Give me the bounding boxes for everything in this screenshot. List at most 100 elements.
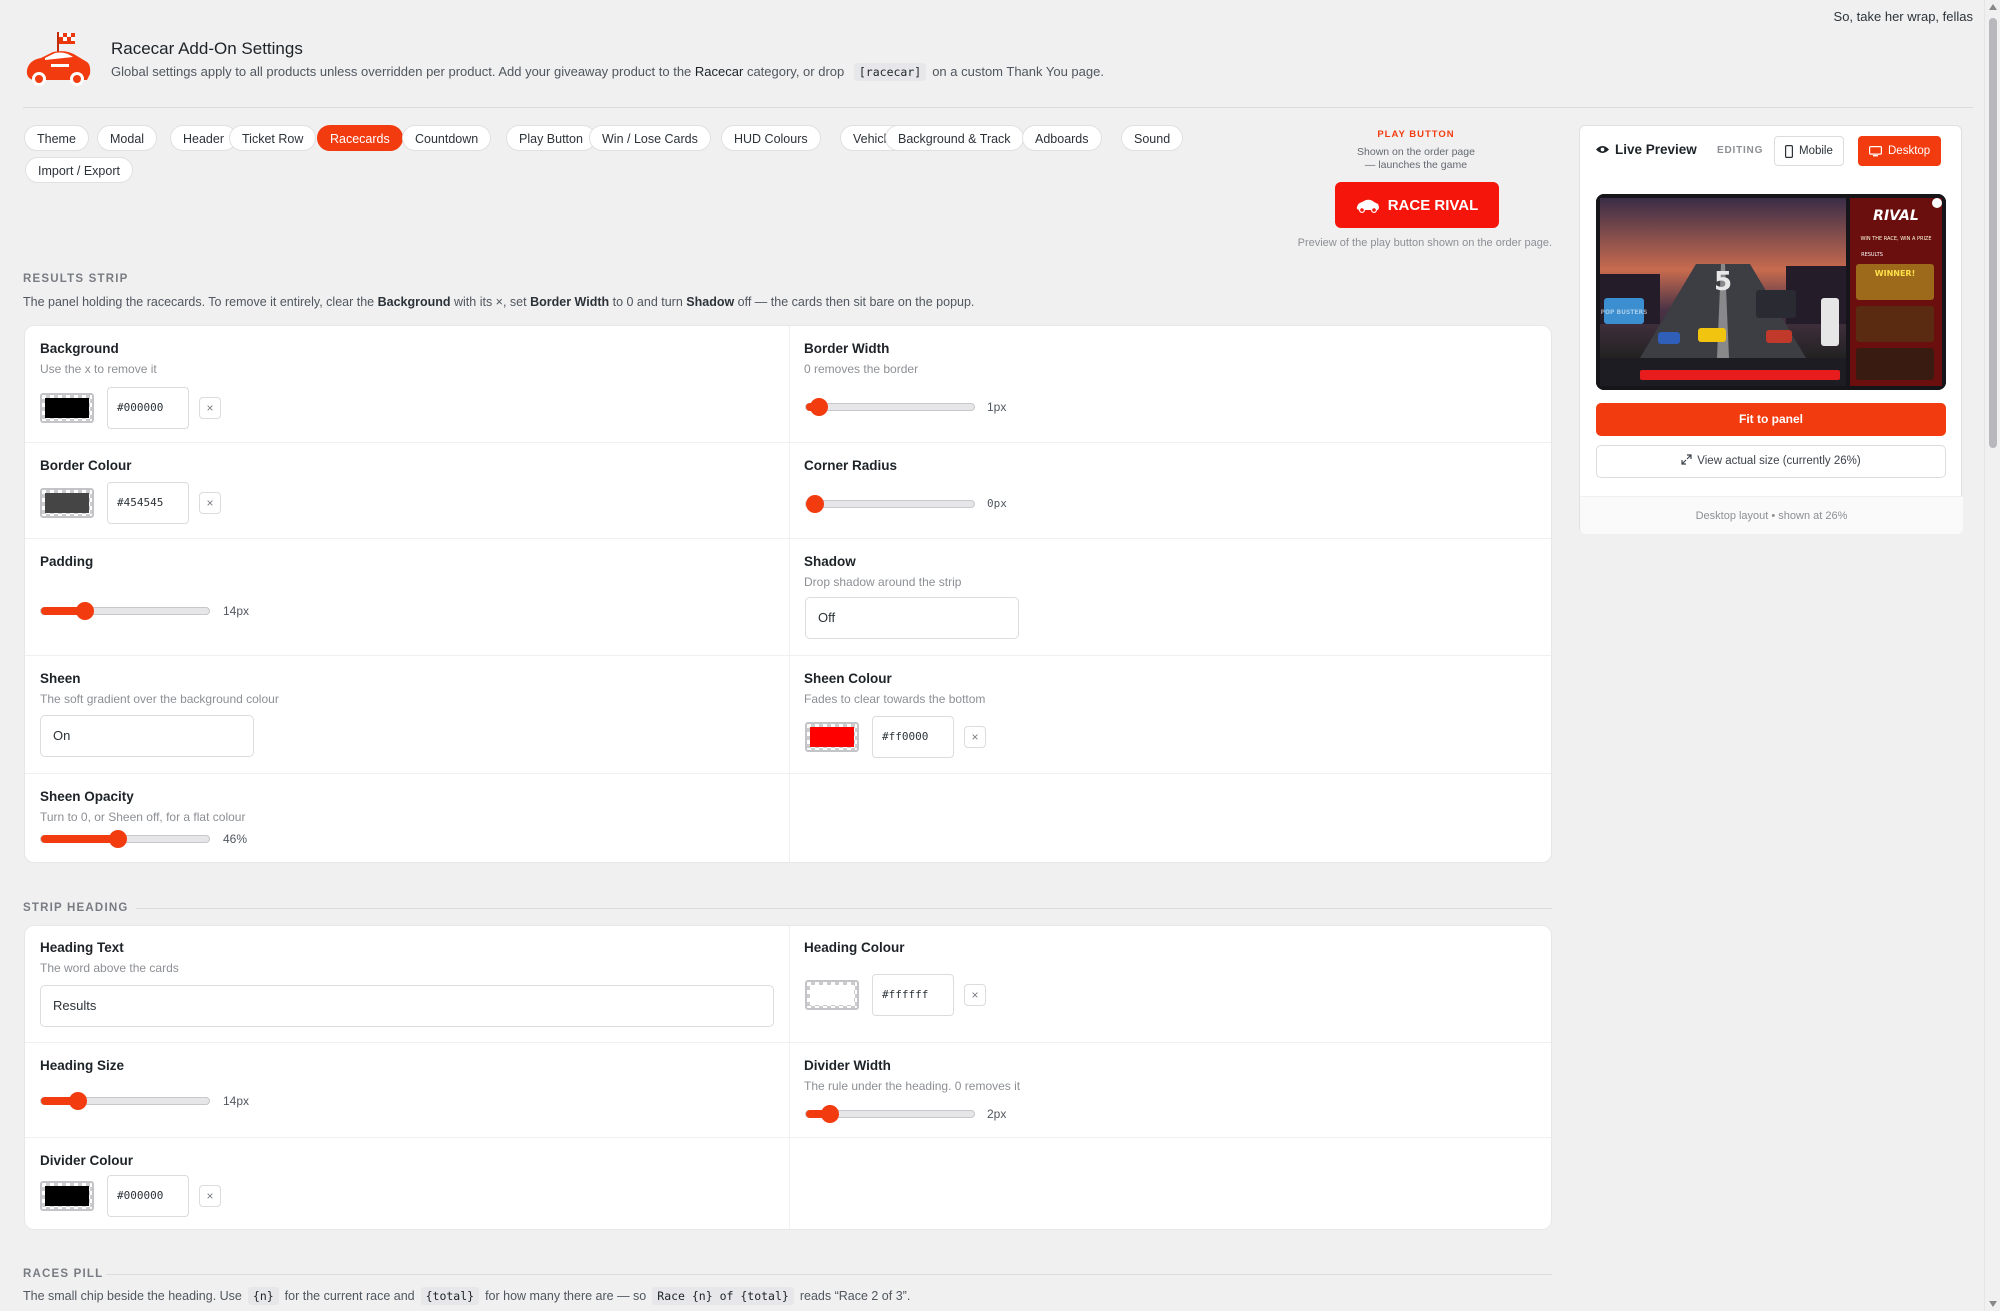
sheen-colour-hex-input[interactable]: #ff0000 — [872, 716, 954, 758]
border-width-desc: 0 removes the border — [804, 362, 919, 376]
strip-heading-row-3: Divider Colour #000000 × — [25, 1137, 1551, 1230]
background-hex-input[interactable]: #000000 — [107, 387, 189, 429]
tab-background-track[interactable]: Background & Track — [885, 125, 1024, 151]
strip-heading-card: Heading Text The word above the cards Re… — [24, 925, 1552, 1230]
background-clear-button[interactable]: × — [199, 397, 221, 419]
sheen-colour-swatch[interactable] — [805, 722, 859, 752]
tab-import-export[interactable]: Import / Export — [25, 157, 133, 183]
sheen-colour-fill — [810, 727, 854, 747]
top-right-text: So, take her wrap, fellas — [1833, 9, 1973, 24]
divider-colour-fill — [45, 1186, 89, 1206]
heading-colour-label: Heading Colour — [804, 940, 905, 955]
races-pill-heading: RACES PILL — [23, 1268, 104, 1280]
tab-racecards[interactable]: Racecards — [317, 125, 403, 151]
tab-modal[interactable]: Modal — [97, 125, 158, 151]
race-rival-button-label: RACE RIVAL — [1387, 196, 1479, 214]
corner-radius-slider[interactable] — [805, 495, 975, 513]
heading-colour-swatch[interactable] — [805, 980, 859, 1010]
tab-adboards[interactable]: Adboards — [1022, 125, 1102, 151]
strip-heading-row-2: Heading Size 14px Divider Width The rule… — [25, 1042, 1551, 1137]
sheen-colour-desc: Fades to clear towards the bottom — [804, 692, 986, 706]
play-button-preview-title: PLAY BUTTON — [1377, 129, 1455, 140]
desktop-toggle[interactable]: Desktop — [1858, 136, 1942, 166]
heading-size-label: Heading Size — [40, 1058, 125, 1073]
divider-colour-swatch[interactable] — [40, 1181, 94, 1211]
sheen-opacity-desc: Turn to 0, or Sheen off, for a flat colo… — [40, 810, 246, 824]
desktop-icon — [1869, 145, 1882, 156]
strip-heading-row-1: Heading Text The word above the cards Re… — [25, 926, 1551, 1042]
border-colour-clear-button[interactable]: × — [199, 492, 221, 514]
shortcode: [racecar] — [853, 63, 927, 81]
strip-heading-rule — [136, 908, 1552, 909]
tab-ticket-row[interactable]: Ticket Row — [229, 125, 317, 151]
heading-text-input[interactable]: Results — [40, 985, 774, 1027]
divider-colour-hex-input[interactable]: #000000 — [107, 1175, 189, 1217]
mobile-toggle[interactable]: Mobile — [1774, 136, 1844, 166]
divider-width-desc: The rule under the heading. 0 removes it — [804, 1079, 1021, 1093]
border-width-label: Border Width — [804, 341, 890, 356]
tab-play-button[interactable]: Play Button — [506, 125, 596, 151]
fit-to-panel-button[interactable]: Fit to panel — [1596, 403, 1946, 436]
divider-width-label: Divider Width — [804, 1058, 891, 1073]
sheen-desc: The soft gradient over the background co… — [40, 692, 279, 706]
page-subtitle: Global settings apply to all products un… — [111, 63, 1104, 81]
tab-win-lose-cards[interactable]: Win / Lose Cards — [589, 125, 711, 151]
heading-size-field: Heading Size — [40, 1058, 124, 1073]
padding-slider[interactable] — [40, 602, 210, 620]
preview-footer: Desktop layout • shown at 26% — [1580, 496, 1963, 534]
sheen-colour-clear-button[interactable]: × — [964, 726, 986, 748]
races-pill-desc: The small chip beside the heading. Use {n… — [23, 1287, 911, 1305]
sheen-field: Sheen The soft gradient over the backgro… — [40, 671, 279, 706]
scroll-down-icon[interactable] — [1989, 1301, 1997, 1307]
border-width-slider[interactable] — [805, 398, 975, 416]
divider-width-slider[interactable] — [805, 1105, 975, 1123]
heading-colour-clear-button[interactable]: × — [964, 984, 986, 1006]
border-colour-label: Border Colour — [40, 458, 132, 473]
shadow-field: Shadow Drop shadow around the strip — [804, 554, 961, 589]
sheen-opacity-label: Sheen Opacity — [40, 789, 134, 804]
border-colour-hex-input[interactable]: #454545 — [107, 482, 189, 524]
racecar-logo-icon — [26, 32, 91, 86]
divider-colour-field: Divider Colour — [40, 1153, 133, 1168]
sheen-opacity-value: 46% — [223, 832, 248, 846]
preview-close-icon — [1932, 198, 1942, 208]
tab-countdown[interactable]: Countdown — [402, 125, 492, 151]
background-desc: Use the x to remove it — [40, 362, 157, 376]
corner-radius-value: 0px — [987, 497, 1007, 510]
border-width-value: 1px — [987, 400, 1007, 414]
expand-icon — [1681, 454, 1692, 465]
view-actual-size-button[interactable]: View actual size (currently 26%) — [1596, 445, 1946, 478]
background-field: Background Use the x to remove it — [40, 341, 157, 376]
divider-colour-label: Divider Colour — [40, 1153, 134, 1168]
tab-hud-colours[interactable]: HUD Colours — [721, 125, 821, 151]
border-colour-fill — [45, 493, 89, 513]
divider-colour-clear-button[interactable]: × — [199, 1185, 221, 1207]
heading-colour-hex-input[interactable]: #ffffff — [872, 974, 954, 1016]
scrollbar-thumb[interactable] — [1989, 18, 1997, 448]
live-preview-panel: Live Preview EDITING Mobile Desktop 5 PO… — [1579, 125, 1963, 534]
tab-sound[interactable]: Sound — [1121, 125, 1184, 151]
results-strip-row-1: Background Use the x to remove it #00000… — [25, 326, 1551, 442]
preview-tagline: WIN THE RACE, WIN A PRIZE — [1860, 236, 1931, 242]
heading-size-slider[interactable] — [40, 1092, 210, 1110]
border-colour-swatch[interactable] — [40, 488, 94, 518]
shadow-select[interactable]: Off — [805, 597, 1019, 639]
race-rival-button[interactable]: RACE RIVAL — [1335, 182, 1499, 228]
background-label: Background — [40, 341, 119, 356]
sheen-opacity-slider[interactable] — [40, 830, 210, 848]
eye-icon — [1596, 146, 1609, 153]
sheen-select[interactable]: On — [40, 715, 254, 757]
tab-header[interactable]: Header — [170, 125, 237, 151]
sheen-colour-field: Sheen Colour Fades to clear towards the … — [804, 671, 985, 706]
preview-brand: RIVAL — [1873, 208, 1919, 224]
background-colour-swatch[interactable] — [40, 393, 94, 423]
play-button-preview-desc: Shown on the order page — launches the g… — [1357, 146, 1475, 171]
results-strip-row-5: Sheen Opacity Turn to 0, or Sheen off, f… — [25, 773, 1551, 863]
scroll-up-icon[interactable] — [1989, 4, 1997, 10]
live-preview-title: Live Preview — [1596, 142, 1697, 157]
tab-theme[interactable]: Theme — [24, 125, 89, 151]
page-scrollbar[interactable] — [1984, 0, 2000, 1311]
sheen-opacity-field: Sheen Opacity Turn to 0, or Sheen off, f… — [40, 789, 245, 824]
results-strip-card: Background Use the x to remove it #00000… — [24, 325, 1552, 863]
heading-colour-fill — [810, 985, 854, 1005]
